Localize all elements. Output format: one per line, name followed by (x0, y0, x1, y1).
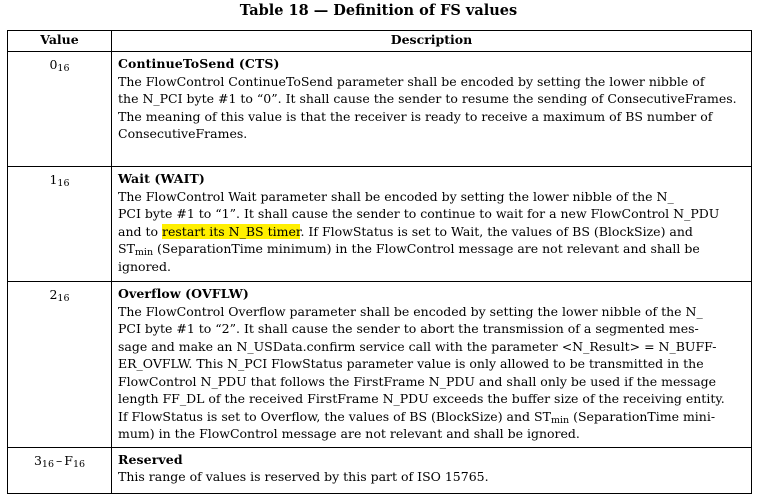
fs-name: Wait (WAIT) (118, 171, 205, 186)
description-line: PCI byte #1 to “2”. It shall cause the s… (118, 321, 699, 336)
document-page: Table 18 — Definition of FS values Value… (0, 0, 757, 494)
description-line: PCI byte #1 to “1”. It shall cause the s… (118, 206, 720, 221)
value-range-start: 3 (33, 452, 42, 468)
subscript-min: min (550, 414, 570, 426)
text-fragment: (SeparationTime minimum) in the FlowCont… (153, 241, 700, 256)
text-fragment: . If FlowStatus is set to Wait, the valu… (300, 223, 693, 239)
description-line: and to restart its N_BS timer. If FlowSt… (118, 223, 745, 241)
range-dash: – (56, 452, 63, 468)
description-cell: Reserved This range of values is reserve… (111, 446, 752, 494)
description-cell: ContinueToSend (CTS) The FlowControl Con… (111, 51, 752, 167)
table-row: 016 ContinueToSend (CTS) The FlowControl… (7, 51, 752, 167)
description-line: The FlowControl ContinueToSend parameter… (118, 73, 705, 89)
fs-name: ContinueToSend (CTS) (118, 56, 280, 71)
description-line: This range of values is reserved by this… (118, 469, 489, 484)
table-row: 116 Wait (WAIT) The FlowControl Wait par… (7, 166, 752, 282)
header-value: Value (7, 30, 112, 52)
description-line: The meaning of this value is that the re… (118, 108, 713, 124)
description-cell: Wait (WAIT) The FlowControl Wait paramet… (111, 166, 752, 282)
value-cell: 116 (7, 166, 112, 282)
value-subscript: 16 (57, 63, 70, 74)
description-cell: Overflow (OVFLW) The FlowControl Overflo… (111, 281, 752, 448)
highlighted-text: restart its N_BS timer (162, 223, 301, 239)
fs-values-table: Value Description 016 ContinueToSend (CT… (7, 30, 752, 494)
fs-name: Reserved (118, 451, 183, 467)
text-fragment: If FlowStatus is set to Overflow, the va… (118, 408, 551, 424)
value-cell: 216 (7, 281, 112, 448)
description-line: ConsecutiveFrames. (118, 126, 248, 141)
value-cell: 016 (7, 51, 112, 167)
subscript-min: min (134, 247, 154, 258)
description-line: length FF_DL of the received FirstFrame … (118, 391, 725, 406)
value-cell: 316– F16 (7, 446, 112, 494)
description-line: mum) in the FlowControl message are not … (118, 426, 580, 441)
description-line: If FlowStatus is set to Overflow, the va… (118, 408, 745, 426)
table-title: Table 18 — Definition of FS values (239, 2, 518, 19)
text-fragment: (SeparationTime mini- (569, 408, 716, 424)
header-description: Description (111, 30, 752, 52)
description-line: STmin (SeparationTime minimum) in the Fl… (118, 240, 745, 258)
description-line: The FlowControl Wait parameter shall be … (118, 188, 674, 204)
text-fragment: and to (118, 223, 163, 239)
description-line: FlowControl N_PDU that follows the First… (118, 373, 717, 389)
fs-name: Overflow (OVFLW) (118, 286, 249, 301)
description-line: ignored. (118, 258, 171, 274)
value-subscript: 16 (41, 458, 54, 470)
table-header-row: Value Description (7, 30, 752, 52)
description-line: the N_PCI byte #1 to “0”. It shall cause… (118, 91, 737, 106)
value-subscript: 16 (72, 458, 86, 470)
value-subscript: 16 (57, 178, 70, 189)
value-subscript: 16 (57, 293, 70, 304)
description-line: sage and make an N_USData.confirm servic… (118, 338, 717, 354)
table-row: 216 Overflow (OVFLW) The FlowControl Ove… (7, 281, 752, 448)
description-line: ER_OVFLW. This N_PCI FlowStatus paramete… (118, 356, 704, 371)
value-range-end: F (64, 452, 73, 468)
text-fragment: ST (118, 241, 135, 256)
description-line: The FlowControl Overflow parameter shall… (118, 303, 703, 319)
table-row: 316– F16 Reserved This range of values is… (7, 446, 752, 494)
